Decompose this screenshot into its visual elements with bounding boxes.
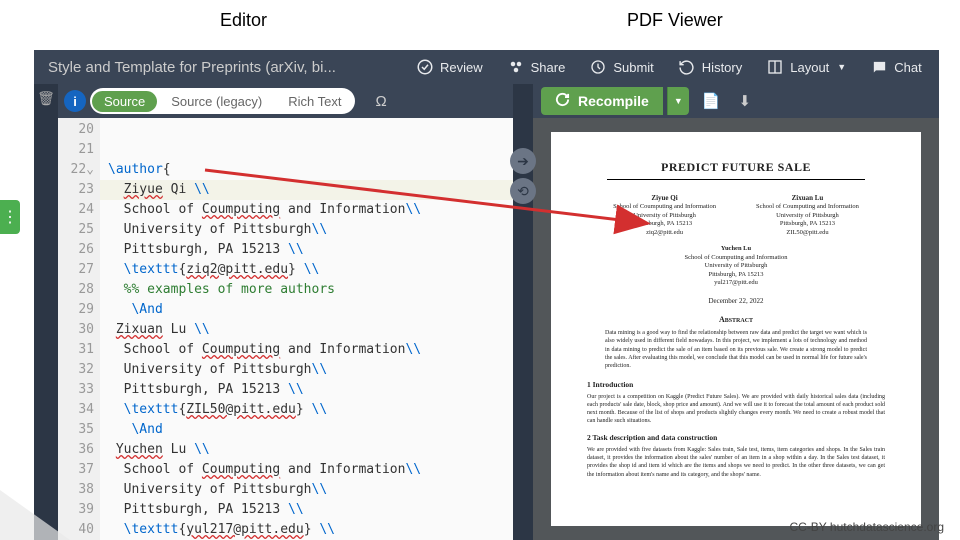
source-legacy-tab[interactable]: Source (legacy) <box>159 91 274 112</box>
author-block: Zixuan Lu School of Coumputing and Infor… <box>756 194 859 237</box>
chevron-down-icon: ▼ <box>837 62 846 72</box>
section-text: Our project is a competition on Kaggle (… <box>587 393 885 425</box>
layout-button[interactable]: Layout ▼ <box>754 50 858 84</box>
pdf-toolbar: Recompile ▼ 📄 ⬇ <box>533 84 939 118</box>
recompile-button[interactable]: Recompile <box>541 87 663 115</box>
review-icon <box>416 58 434 76</box>
chat-button[interactable]: Chat <box>858 50 933 84</box>
layout-icon <box>766 58 784 76</box>
author-block: Yuchen Lu School of Coumputing and Infor… <box>587 245 885 287</box>
chat-icon <box>870 58 888 76</box>
author-block: Ziyue Qi School of Coumputing and Inform… <box>613 194 716 237</box>
trash-icon[interactable]: 🗑 <box>37 90 55 108</box>
left-rail: 🗑 <box>34 84 58 540</box>
top-toolbar: Style and Template for Preprints (arXiv,… <box>34 50 939 84</box>
recompile-dropdown[interactable]: ▼ <box>667 87 689 115</box>
source-mode-switcher: Source Source (legacy) Rich Text <box>90 88 355 114</box>
sync-right-icon[interactable]: ➔ <box>510 148 536 174</box>
pdf-viewer[interactable]: PREDICT FUTURE SALE Ziyue Qi School of C… <box>533 118 939 540</box>
rich-text-tab[interactable]: Rich Text <box>276 91 353 112</box>
paper-date: December 22, 2022 <box>587 297 885 305</box>
code-editor[interactable]: 202122⌄232425262728293031323334353637383… <box>58 118 513 540</box>
label-editor: Editor <box>220 10 267 31</box>
code-text[interactable]: \author{ Ziyue Qi \\ School of Coumputin… <box>100 118 513 540</box>
history-icon <box>678 58 696 76</box>
source-tab[interactable]: Source <box>92 91 157 112</box>
section-text: We are provided with five datasets from … <box>587 446 885 478</box>
attribution: CC-BY hutchdatascience.org <box>789 520 944 534</box>
line-gutter: 202122⌄232425262728293031323334353637383… <box>58 118 100 540</box>
info-icon[interactable]: i <box>64 90 86 112</box>
submit-button[interactable]: Submit <box>577 50 665 84</box>
pane-divider[interactable]: ➔ ⟲ <box>513 84 533 540</box>
corner-decoration <box>0 490 70 540</box>
share-icon <box>507 58 525 76</box>
history-button[interactable]: History <box>666 50 754 84</box>
editor-toolbar: i Source Source (legacy) Rich Text Ω <box>58 84 513 118</box>
share-button[interactable]: Share <box>495 50 578 84</box>
side-handle[interactable]: ⋮ <box>0 200 20 234</box>
download-icon[interactable]: ⬇ <box>733 89 757 113</box>
review-button[interactable]: Review <box>404 50 495 84</box>
label-pdf: PDF Viewer <box>627 10 723 31</box>
sync-left-icon[interactable]: ⟲ <box>510 178 536 204</box>
abstract-text: Data mining is a good way to find the re… <box>605 329 867 369</box>
recompile-icon <box>555 92 570 110</box>
section-heading: 2 Task description and data construction <box>587 433 885 442</box>
overleaf-app: Style and Template for Preprints (arXiv,… <box>34 50 939 500</box>
paper-title: PREDICT FUTURE SALE <box>607 160 865 180</box>
submit-icon <box>589 58 607 76</box>
project-title: Style and Template for Preprints (arXiv,… <box>34 59 404 76</box>
section-heading: 1 Introduction <box>587 380 885 389</box>
abstract-heading: Abstract <box>587 315 885 324</box>
editor-pane: i Source Source (legacy) Rich Text Ω 202… <box>58 84 513 540</box>
symbol-button[interactable]: Ω <box>367 89 394 114</box>
pdf-pane: Recompile ▼ 📄 ⬇ PREDICT FUTURE SALE Ziyu… <box>533 84 939 540</box>
logs-icon[interactable]: 📄 <box>699 89 723 113</box>
pdf-page: PREDICT FUTURE SALE Ziyue Qi School of C… <box>551 132 921 526</box>
